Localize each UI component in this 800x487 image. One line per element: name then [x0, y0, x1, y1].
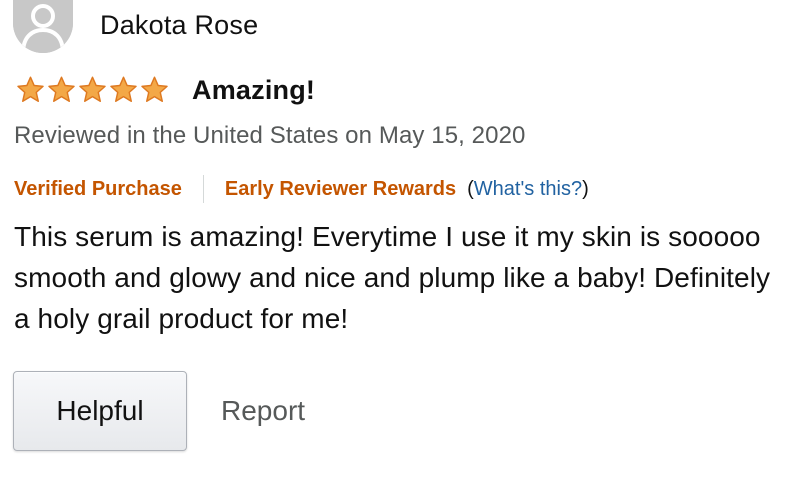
report-link[interactable]: Report	[221, 395, 305, 427]
star-rating[interactable]	[15, 75, 170, 105]
review-date: Reviewed in the United States on May 15,…	[14, 122, 526, 149]
reviewer-name[interactable]: Dakota Rose	[100, 10, 258, 41]
reviewer-profile[interactable]: Dakota Rose	[13, 0, 258, 54]
whats-this-link[interactable]: What's this?	[474, 178, 582, 200]
customer-review: Dakota Rose Amazing! Reviewed in the Uni…	[0, 0, 800, 487]
star-icon	[141, 76, 168, 102]
default-user-avatar-icon	[13, 0, 73, 53]
star-icon	[110, 76, 137, 102]
whats-this: (What's this?)	[467, 178, 589, 201]
review-body: This serum is amazing! Everytime I use i…	[14, 221, 771, 334]
helpful-button[interactable]: Helpful	[13, 371, 187, 451]
rating-row: Amazing!	[15, 72, 315, 108]
star-icon	[79, 76, 106, 102]
review-title[interactable]: Amazing!	[192, 75, 315, 106]
whats-this-open-paren: (	[467, 177, 474, 200]
review-badges: Verified Purchase Early Reviewer Rewards…	[14, 173, 589, 205]
review-actions: Helpful Report	[13, 371, 305, 451]
star-icon	[17, 76, 44, 102]
verified-purchase-badge: Verified Purchase	[14, 177, 182, 200]
early-reviewer-badge: Early Reviewer Rewards	[224, 177, 457, 200]
badge-divider	[202, 175, 204, 203]
star-icon	[48, 76, 75, 102]
whats-this-close-paren: )	[582, 177, 589, 200]
